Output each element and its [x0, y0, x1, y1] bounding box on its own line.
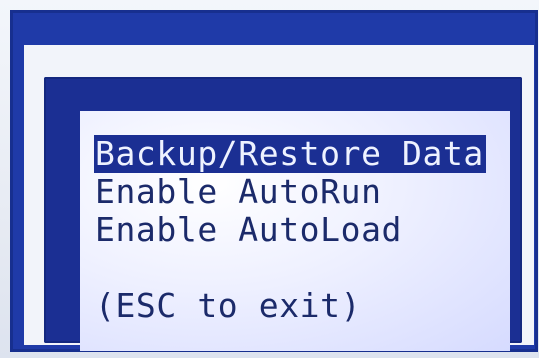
menu-item-enable-autorun[interactable]: Enable AutoRun	[94, 173, 384, 211]
menu-spacer	[94, 249, 500, 287]
photo-backdrop: Backup/Restore Data Enable AutoRun Enabl…	[0, 0, 539, 358]
menu-item-backup-restore-data[interactable]: Backup/Restore Data	[94, 135, 486, 173]
lcd-border: Backup/Restore Data Enable AutoRun Enabl…	[44, 77, 522, 351]
lcd-screen: Backup/Restore Data Enable AutoRun Enabl…	[80, 111, 510, 351]
menu: Backup/Restore Data Enable AutoRun Enabl…	[94, 135, 500, 325]
device-bezel: Backup/Restore Data Enable AutoRun Enabl…	[10, 10, 538, 352]
inner-frame: Backup/Restore Data Enable AutoRun Enabl…	[24, 45, 534, 351]
menu-item-enable-autoload[interactable]: Enable AutoLoad	[94, 211, 404, 249]
exit-hint: (ESC to exit)	[95, 286, 362, 325]
